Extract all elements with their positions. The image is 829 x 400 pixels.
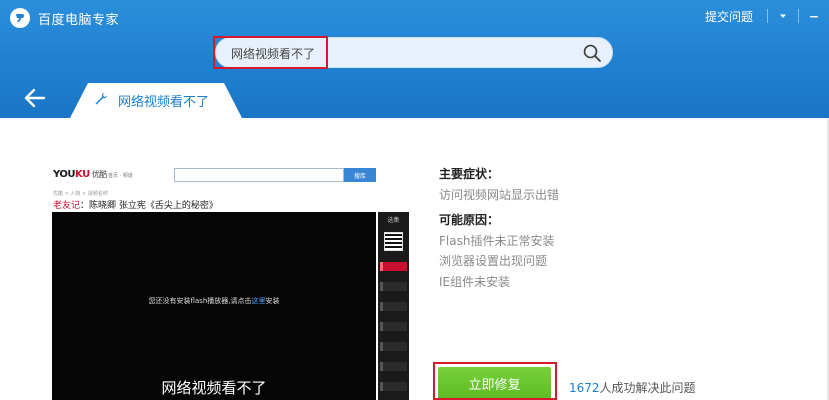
causes-title: 可能原因： xyxy=(439,213,500,227)
dropdown-button[interactable] xyxy=(768,0,798,32)
rail-item xyxy=(380,362,407,371)
video-title: 老友记：陈晓卿 张立宪《舌尖上的秘密》 xyxy=(53,201,218,211)
cause-item: IE组件未安装 xyxy=(439,275,511,289)
player-caption: 网络视频看不了 xyxy=(161,379,267,397)
youku-topbar: YOUKU 优酷 首页 · 频道 搜库 xyxy=(52,168,409,185)
back-arrow-icon[interactable] xyxy=(22,86,48,110)
rail-item xyxy=(380,322,407,331)
tab-label: 网络视频看不了 xyxy=(118,95,210,110)
app-branding: 百度电脑专家 xyxy=(10,8,119,28)
solved-count-text: 1672人成功解决此问题 xyxy=(569,381,696,395)
rail-item xyxy=(380,262,407,271)
search-input[interactable]: 网络视频看不了 xyxy=(215,37,613,68)
search-input-value: 网络视频看不了 xyxy=(231,47,316,61)
rail-item xyxy=(380,382,407,391)
minimize-button[interactable] xyxy=(799,0,829,32)
youku-search-field xyxy=(174,168,344,182)
youku-nav: 首页 · 频道 xyxy=(108,173,133,179)
solved-count: 1672 xyxy=(569,381,600,395)
search-icon[interactable] xyxy=(582,43,602,63)
qr-code-icon xyxy=(384,232,403,251)
rail-label: 选集 xyxy=(387,217,400,224)
minimize-icon xyxy=(810,16,818,18)
youku-logo: YOUKU 优酷 xyxy=(53,169,107,180)
symptom-item: 访问视频网站显示出错 xyxy=(439,188,560,202)
rail-item xyxy=(380,282,407,291)
wrench-icon xyxy=(95,93,107,105)
cause-item: Flash插件未正常安装 xyxy=(439,234,555,248)
youku-breadcrumb: 优酷 > 人物 > 视频名称 xyxy=(53,191,108,197)
symptoms-title: 主要症状： xyxy=(439,167,500,181)
episode-rail: 选集 xyxy=(378,212,409,400)
video-player: 您还没有安装flash播放器,请点击这里安装 网络视频看不了 xyxy=(52,212,376,400)
app-title: 百度电脑专家 xyxy=(38,12,120,28)
dropdown-icon xyxy=(780,14,786,18)
baidu-logo-icon xyxy=(10,8,30,28)
feedback-link[interactable]: 提交问题 xyxy=(705,8,753,25)
rail-item xyxy=(380,342,407,351)
cause-item: 浏览器设置出现问题 xyxy=(439,254,548,268)
youku-search-button: 搜库 xyxy=(344,168,376,182)
fix-now-button[interactable]: 立即修复 xyxy=(438,367,551,400)
video-preview-image: YOUKU 优酷 首页 · 频道 搜库 优酷 > 人物 > 视频名称 老友记：陈晓… xyxy=(52,168,409,400)
rail-item xyxy=(380,302,407,311)
flash-missing-message: 您还没有安装flash播放器,请点击这里安装 xyxy=(148,297,280,305)
window-controls: 提交问题 xyxy=(705,0,829,32)
